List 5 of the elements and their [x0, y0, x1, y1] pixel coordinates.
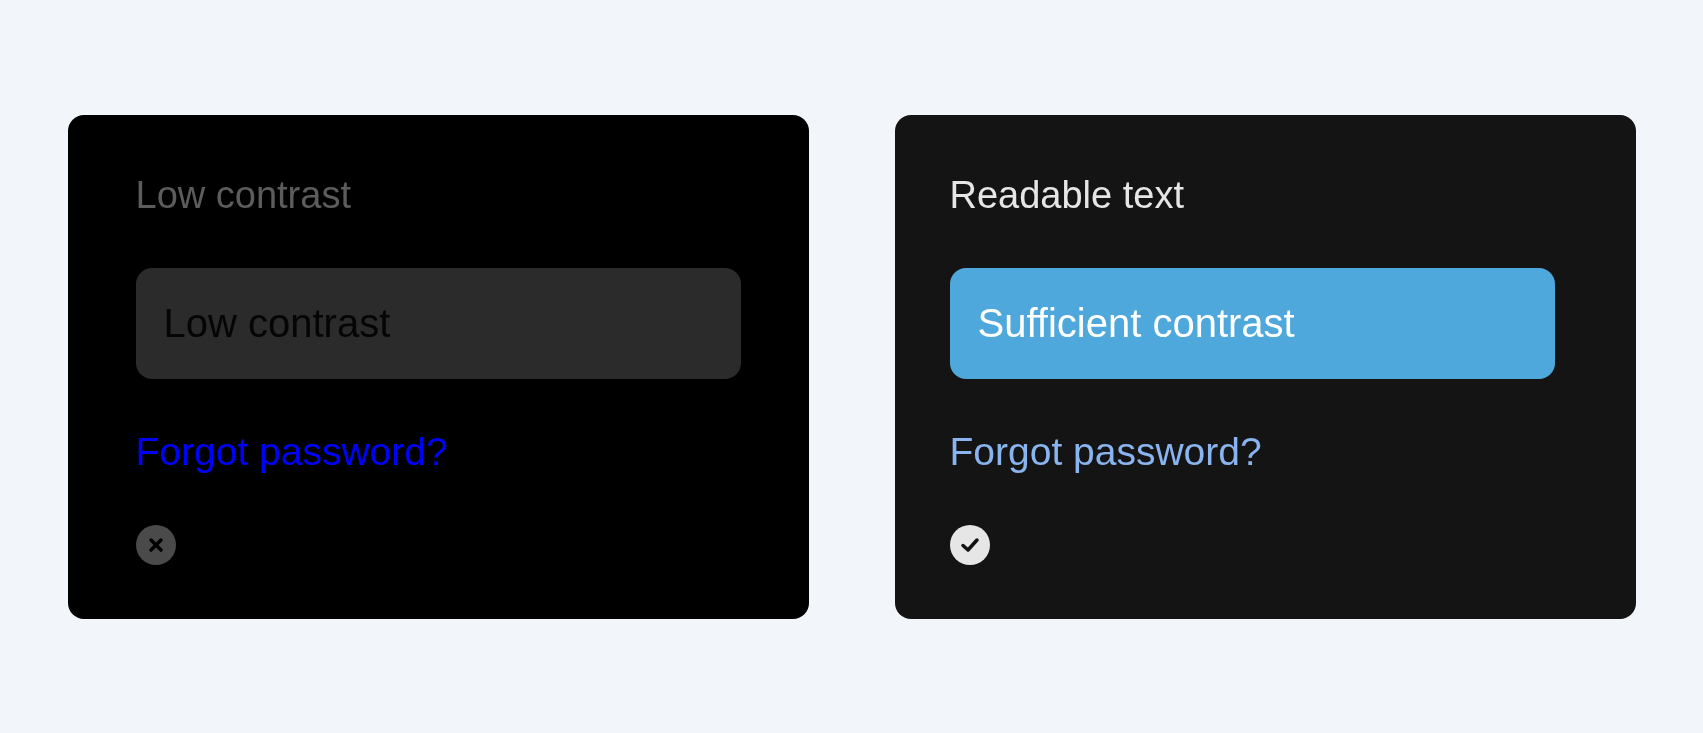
forgot-password-link[interactable]: Forgot password? — [949, 430, 1262, 474]
card-title: Low contrast — [135, 175, 351, 215]
card-title: Readable text — [949, 175, 1184, 215]
sample-button[interactable]: Sufficient contrast — [949, 268, 1555, 379]
forgot-password-link[interactable]: Forgot password? — [135, 430, 448, 474]
